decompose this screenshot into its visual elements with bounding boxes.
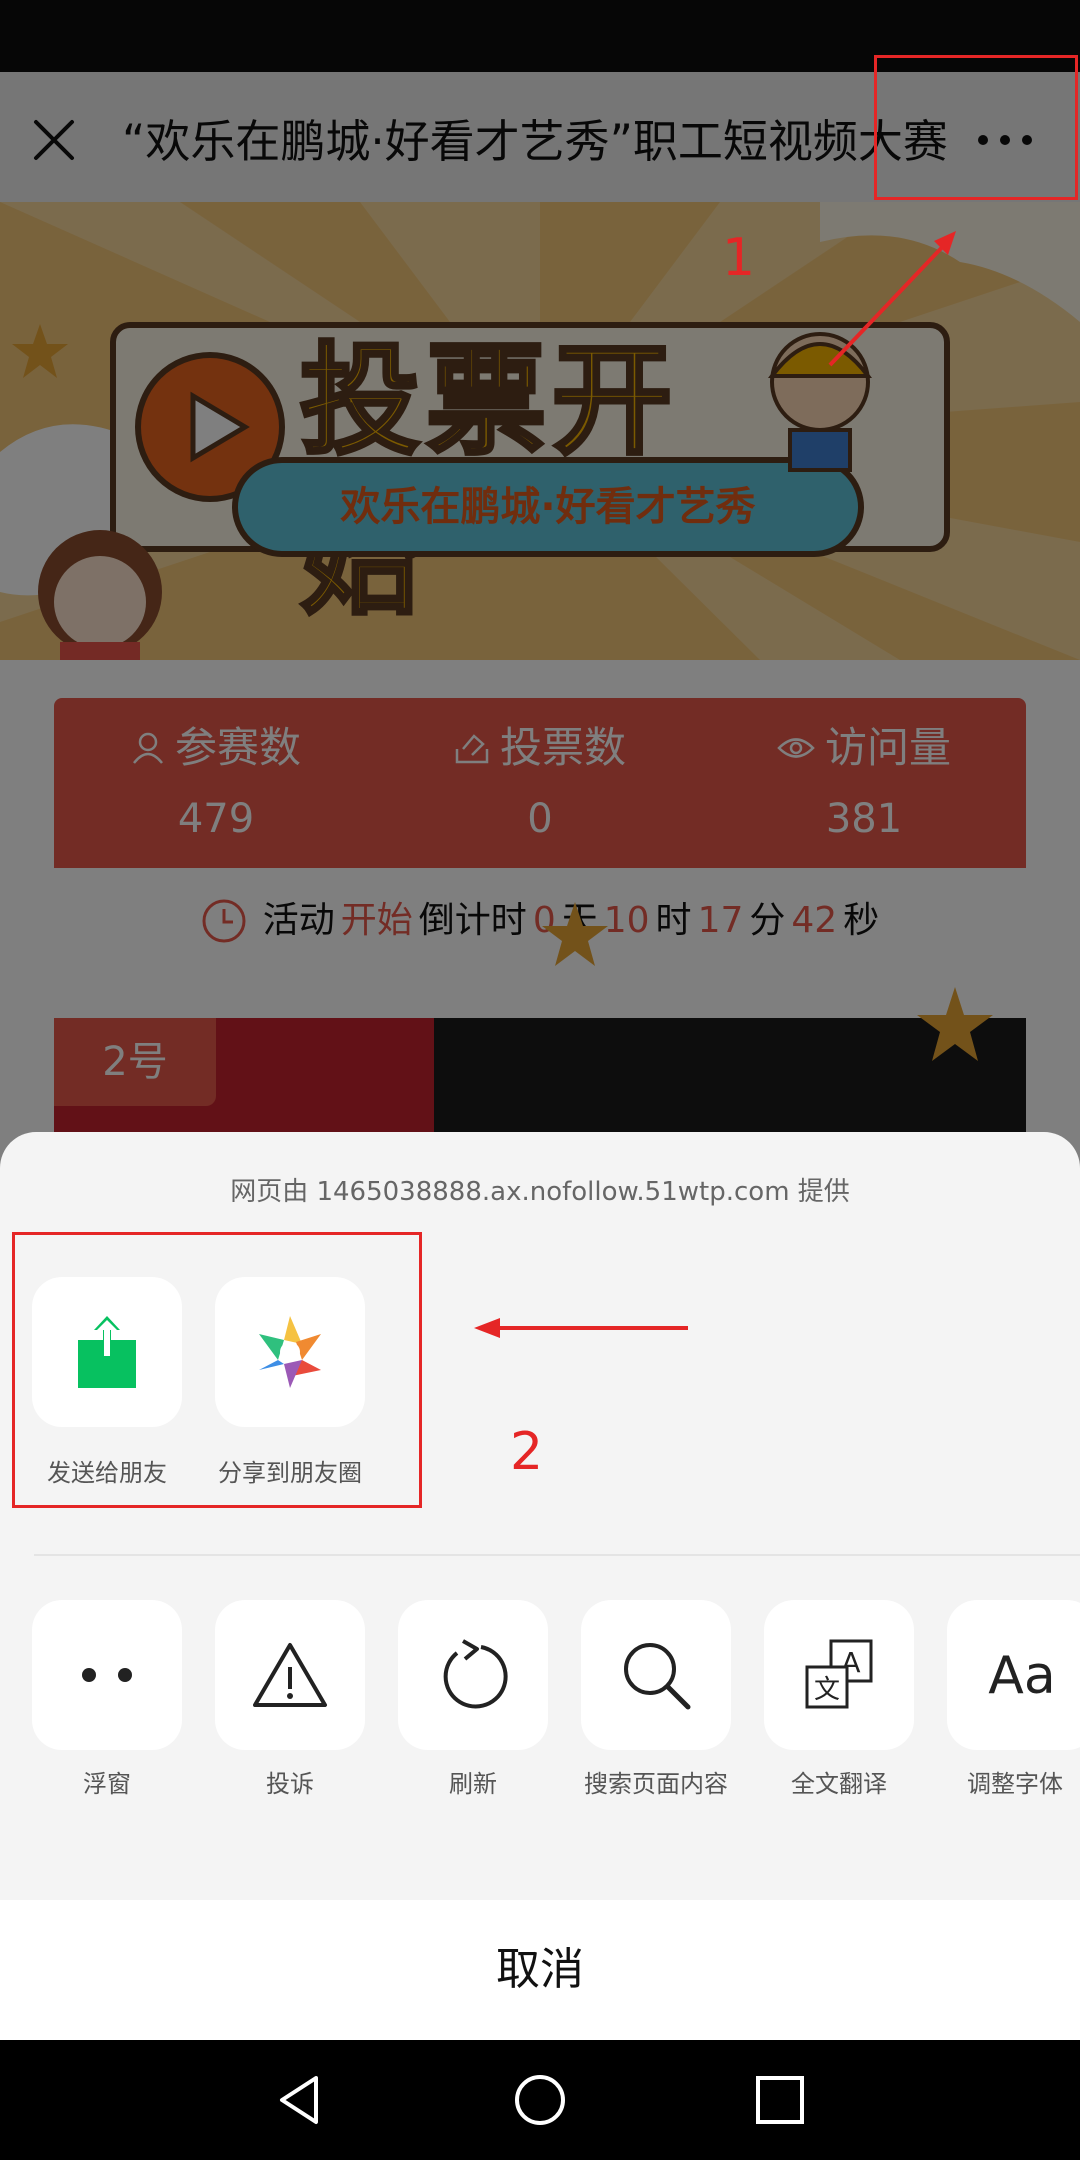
svg-text:文: 文	[814, 1675, 840, 1705]
tile-label: 调整字体	[967, 1770, 1063, 1798]
nav-back-button[interactable]	[268, 2068, 332, 2132]
float-window-icon	[82, 1668, 132, 1682]
annotation-number: 2	[510, 1422, 544, 1482]
divider	[34, 1554, 1080, 1556]
tile-label: 浮窗	[83, 1770, 131, 1798]
annotation-box-share	[12, 1232, 422, 1508]
float-window-button[interactable]: 浮窗	[32, 1600, 202, 1800]
search-page-button[interactable]: 搜索页面内容	[581, 1600, 751, 1800]
translate-icon: A 文	[805, 1639, 873, 1709]
back-triangle-icon	[280, 2076, 318, 2124]
font-size-icon: Aa	[988, 1646, 1055, 1705]
svg-text:Aa: Aa	[988, 1646, 1055, 1705]
tile-label: 全文翻译	[791, 1770, 887, 1798]
cancel-button[interactable]: 取消	[0, 1900, 1080, 2040]
annotation-arrow-icon	[474, 1318, 688, 1338]
font-size-button[interactable]: Aa 调整字体	[947, 1600, 1080, 1800]
home-circle-icon	[515, 2075, 565, 2125]
complaint-button[interactable]: 投诉	[215, 1600, 385, 1800]
translate-button[interactable]: A 文 全文翻译	[764, 1600, 934, 1800]
tile	[32, 1600, 182, 1750]
tile	[215, 1600, 365, 1750]
tile	[398, 1600, 548, 1750]
refresh-button[interactable]: 刷新	[398, 1600, 568, 1800]
recents-square-icon	[756, 2076, 804, 2124]
tile-label: 投诉	[266, 1770, 314, 1798]
nav-home-button[interactable]	[508, 2068, 572, 2132]
annotation-box-more	[874, 55, 1078, 200]
tile: Aa	[947, 1600, 1080, 1750]
refresh-icon	[443, 1639, 508, 1709]
annotation-number: 1	[722, 228, 756, 288]
warning-icon	[253, 1643, 327, 1707]
tile	[581, 1600, 731, 1750]
tile-label: 刷新	[449, 1770, 497, 1798]
nav-recents-button[interactable]	[748, 2068, 812, 2132]
tile-label: 搜索页面内容	[584, 1770, 728, 1798]
page-provider-text: 网页由 1465038888.ax.nofollow.51wtp.com 提供	[230, 1177, 850, 1207]
system-nav-bar	[0, 2040, 1080, 2160]
search-icon	[624, 1643, 691, 1710]
cancel-area: 取消	[0, 1900, 1080, 2040]
annotation-arrow-icon	[828, 231, 956, 367]
tile: A 文	[764, 1600, 914, 1750]
